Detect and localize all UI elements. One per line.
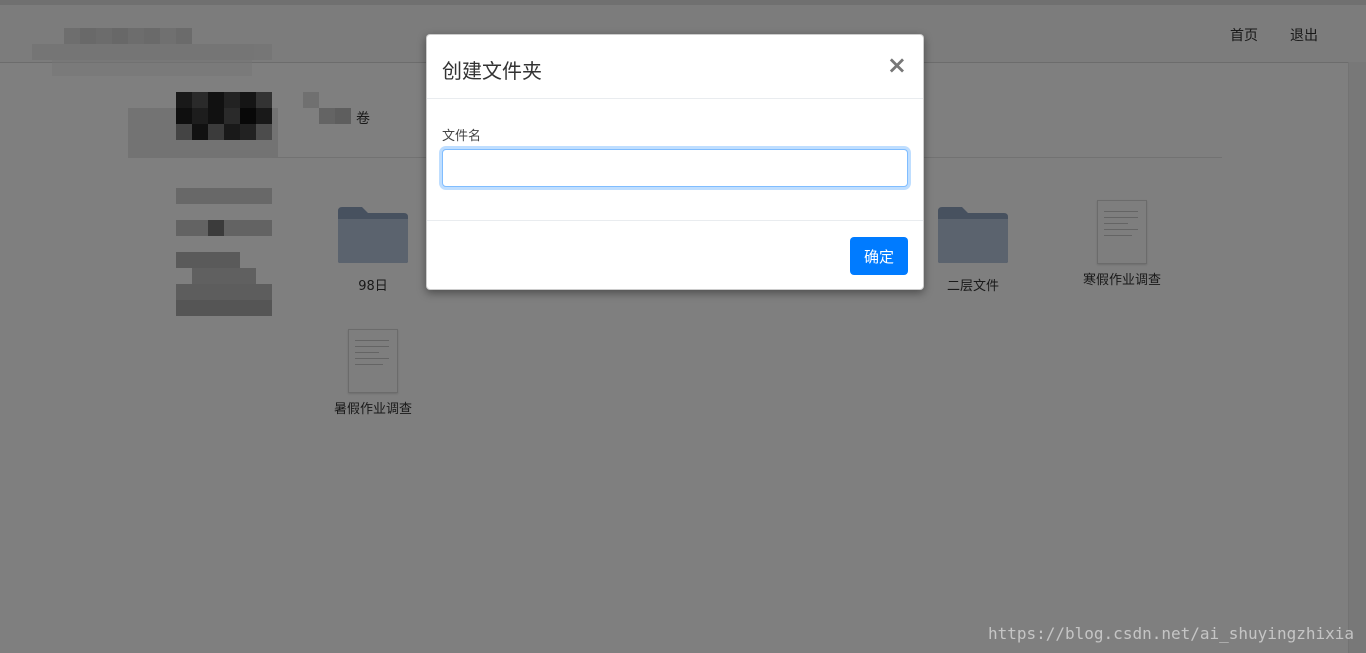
watermark-url: https://blog.csdn.net/ai_shuyingzhixia [987, 624, 1354, 643]
confirm-button[interactable]: 确定 [850, 237, 908, 275]
dialog-body: 文件名 [427, 99, 923, 221]
dialog-footer: 确定 [427, 221, 923, 291]
folder-name-input[interactable] [442, 149, 908, 187]
folder-name-label: 文件名 [442, 129, 482, 144]
dialog-title: 创建文件夹 [442, 59, 542, 83]
dialog-header: 创建文件夹 × [427, 35, 923, 99]
close-icon[interactable]: × [887, 51, 907, 79]
create-folder-dialog: 创建文件夹 × 文件名 确定 [426, 34, 924, 290]
